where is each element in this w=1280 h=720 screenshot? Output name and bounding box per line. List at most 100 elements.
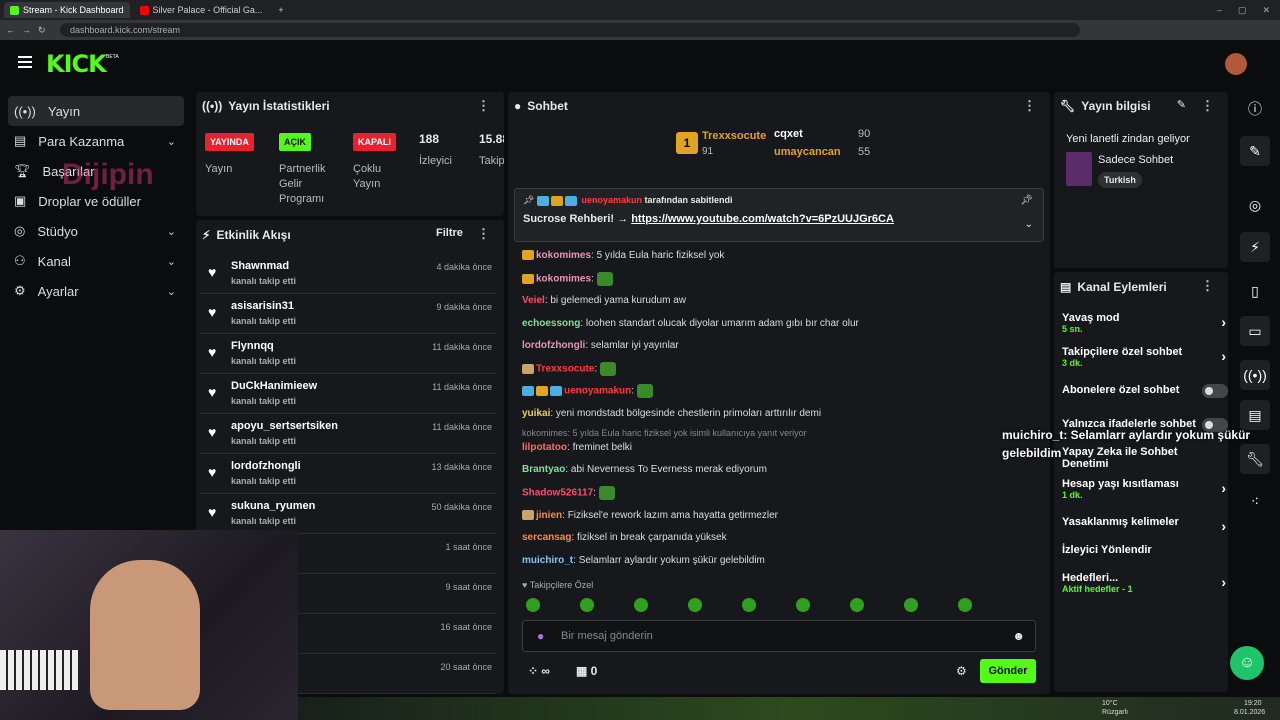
chat-icon[interactable]: ▭ — [1240, 316, 1270, 346]
chat-username[interactable]: Brantyao — [522, 464, 565, 475]
sidebar-item-para-kazanma[interactable]: ▤ Para Kazanma ⌄ — [8, 126, 184, 156]
layout-icon[interactable]: ▤ — [1240, 400, 1270, 430]
url-field[interactable]: dashboard.kick.com/stream — [60, 23, 1080, 37]
share-icon[interactable]: ⁖ — [1240, 486, 1270, 516]
heart-icon: ♥ — [208, 384, 217, 400]
list-item[interactable]: ♥ Flynnqq kanalı takip etti 11 dakika önce — [200, 334, 496, 374]
list-item[interactable]: ♥ apoyu_sertsertsiken kanalı takip etti 11 … — [200, 414, 496, 454]
chat-username[interactable]: uenoyamakun — [564, 386, 631, 397]
list-item[interactable]: ♥ sukuna_ryumen kanalı takip etti 50 dakika… — [200, 494, 496, 534]
chat-message[interactable]: Veiel: bi gelemedi yama kurudum aw — [522, 295, 686, 306]
info-icon[interactable]: ⓘ — [1240, 94, 1270, 124]
more-options-icon[interactable]: ⋮ — [1201, 98, 1214, 114]
hamburger-menu-icon[interactable] — [18, 56, 32, 70]
chat-message[interactable]: kokomimes: — [522, 272, 613, 286]
chat-message[interactable]: Trexxsocute: — [522, 362, 616, 376]
webcam-overlay — [0, 530, 298, 720]
follow-action: kanalı takip etti — [231, 276, 297, 286]
unpin-icon[interactable]: 📌︎ — [1020, 195, 1033, 206]
chat-settings-icon[interactable]: ⚙ — [956, 664, 967, 678]
list-item[interactable]: ♥ lordofzhongli kanalı takip etti 13 dakika… — [200, 454, 496, 494]
chat-username[interactable]: Trexxsocute — [536, 364, 594, 375]
support-chat-button[interactable]: ☺ — [1230, 646, 1264, 680]
more-options-icon[interactable]: ⋮ — [1201, 278, 1214, 294]
list-item[interactable]: ♥ DuCkHanimieew kanalı takip etti 11 dakika… — [200, 374, 496, 414]
chat-username[interactable]: echoessong — [522, 318, 580, 329]
maximize-icon[interactable]: ▢ — [1238, 5, 1247, 16]
chat-message[interactable]: Shadow526117: — [522, 486, 615, 500]
more-options-icon[interactable]: ⋮ — [477, 98, 490, 114]
browser-tab-youtube[interactable]: Silver Palace - Official Ga... — [134, 2, 269, 18]
chat-message[interactable]: uenoyamakun: — [522, 384, 653, 398]
lightning-icon[interactable]: ⚡︎ — [1240, 232, 1270, 262]
list-item[interactable]: ♥ asisarisin31 kanalı takip etti 9 dakika ö… — [200, 294, 496, 334]
stream-category: Sadece Sohbet — [1098, 154, 1174, 166]
back-icon[interactable]: ← — [6, 25, 15, 35]
chat-username[interactable]: muichiro_t — [522, 555, 573, 566]
chat-username[interactable]: lilpotatoo — [522, 442, 567, 453]
chat-username[interactable]: yuikai — [522, 408, 550, 419]
microphone-icon[interactable]: ● — [537, 629, 544, 643]
browser-tab-kick[interactable]: Stream - Kick Dashboard — [4, 2, 130, 18]
chat-message[interactable]: lilpotatoo: freminet belki — [522, 442, 632, 453]
gift-counter[interactable]: ▦ 0 — [576, 664, 597, 678]
pinned-link[interactable]: https://www.youtube.com/watch?v=6PzUUJGr… — [631, 213, 894, 225]
chevron-down-icon[interactable]: ⌄ — [1025, 219, 1033, 230]
channel-action-row[interactable]: İzleyici Yönlendir — [1062, 544, 1222, 556]
emoji-icon[interactable]: ☻ — [1012, 629, 1025, 643]
more-options-icon[interactable]: ⋮ — [477, 226, 490, 242]
chat-message[interactable]: sercansag: fiziksel in break çarpanıda y… — [522, 532, 727, 543]
edit-icon[interactable]: ✎ — [1177, 98, 1186, 111]
chat-message[interactable]: yuikai: yeni mondstadt bölgesinde chestl… — [522, 408, 821, 419]
chat-username[interactable]: lordofzhongli — [522, 340, 585, 351]
kick-favicon-icon — [10, 5, 19, 15]
sidebar-item-yayin[interactable]: ((•)) Yayın — [8, 96, 184, 126]
broadcast-icon[interactable]: ((•)) — [1240, 360, 1270, 390]
channel-action-row[interactable]: Takipçilere özel sohbet 3 dk. › — [1062, 346, 1226, 368]
wrench-icon: 🔧︎ — [1060, 99, 1076, 113]
channel-points[interactable]: ⁘ ∞ — [528, 664, 550, 678]
chat-message[interactable]: lordofzhongli: selamlar iyi yayınlar — [522, 340, 679, 351]
minimize-icon[interactable]: – — [1217, 5, 1222, 16]
close-icon[interactable]: ✕ — [1262, 5, 1270, 16]
chat-message[interactable]: Brantyao: abi Neverness To Everness mera… — [522, 464, 767, 475]
wrench-icon[interactable]: 🔧︎ — [1240, 444, 1270, 474]
target-icon[interactable]: ◎ — [1240, 190, 1270, 220]
toggle-switch[interactable] — [1202, 384, 1228, 398]
filter-button[interactable]: Filtre — [436, 227, 463, 239]
kick-logo[interactable]: KICK — [46, 50, 107, 78]
chat-username[interactable]: kokomimes — [536, 250, 591, 261]
chat-message[interactable]: jinien: Fiziksel'e rework lazım ama haya… — [522, 510, 778, 521]
sidebar-item-studyo[interactable]: ◎ Stüdyo ⌄ — [8, 216, 184, 246]
chat-username[interactable]: Veiel — [522, 295, 545, 306]
channel-action-row[interactable]: Hedefleri... Aktif hedefler - 1 › — [1062, 572, 1226, 594]
chat-message[interactable]: echoessong: loohen standart olucak diyol… — [522, 318, 859, 329]
emote-quick-bar[interactable] — [526, 598, 1046, 614]
send-button[interactable]: Gönder — [980, 659, 1036, 683]
broadcast-icon: ((•)) — [202, 99, 223, 113]
list-item[interactable]: ♥ Shawnmad kanalı takip etti 4 dakika önce — [200, 254, 496, 294]
chat-username[interactable]: jinien — [536, 510, 562, 521]
forward-icon[interactable]: → — [22, 25, 31, 35]
chat-username[interactable]: kokomimes — [536, 274, 591, 285]
sidebar-item-label: Yayın — [47, 103, 81, 119]
chat-username[interactable]: sercansag — [522, 532, 571, 543]
chat-input[interactable]: ● Bir mesaj gönderin ☻ — [522, 620, 1036, 652]
edit-icon[interactable]: ✎ — [1240, 136, 1270, 166]
pinned-message[interactable]: 📌︎ uenoyamakun tarafından sabitlendi Suc… — [514, 188, 1044, 242]
channel-action-row[interactable]: Yavaş mod 5 sn. › — [1062, 312, 1226, 334]
new-tab-button[interactable]: + — [272, 2, 289, 18]
sidebar-item-kanal[interactable]: ⚇ Kanal ⌄ — [8, 246, 184, 276]
channel-action-row[interactable]: Hesap yaşı kısıtlaması 1 dk. › — [1062, 478, 1226, 500]
chat-input-placeholder: Bir mesaj gönderin — [561, 630, 653, 642]
chat-username[interactable]: Shadow526117 — [522, 488, 593, 499]
more-options-icon[interactable]: ⋮ — [1023, 98, 1036, 114]
avatar[interactable] — [1225, 53, 1247, 75]
channel-action-row[interactable]: Yasaklanmış kelimeler › — [1062, 516, 1226, 534]
channel-action-row[interactable]: Abonelere özel sohbet — [1062, 384, 1228, 398]
sidebar-item-ayarlar[interactable]: ⚙ Ayarlar ⌄ — [8, 276, 184, 306]
chat-message[interactable]: muichiro_t: Selamlarr aylardır yokum şük… — [522, 555, 765, 566]
chat-message[interactable]: kokomimes: 5 yılda Eula haric fiziksel y… — [522, 250, 724, 261]
document-icon[interactable]: ▯ — [1240, 276, 1270, 306]
reload-icon[interactable]: ↻ — [38, 25, 46, 36]
